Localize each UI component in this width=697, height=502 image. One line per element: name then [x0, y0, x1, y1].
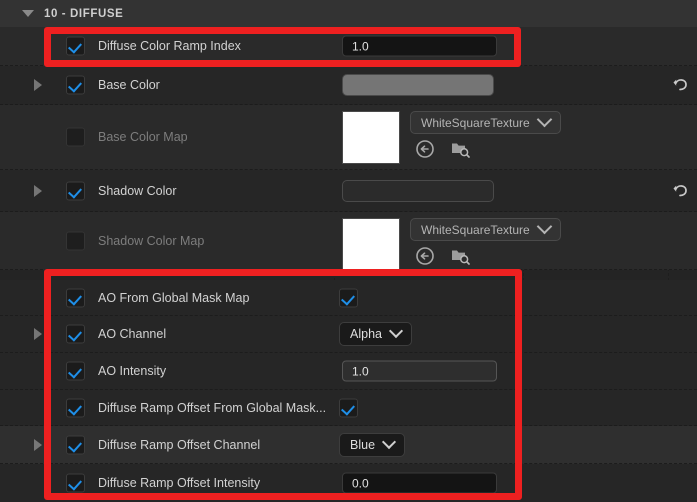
property-label: Base Color: [98, 78, 160, 92]
table-row[interactable]: Base Color Map WhiteSquareTexture: [0, 105, 697, 170]
table-row[interactable]: Base Color: [0, 66, 697, 105]
row-value-cell: 0.0: [334, 464, 697, 502]
row-value-cell: [334, 390, 697, 425]
find-in-content-browser-icon[interactable]: [449, 245, 471, 267]
asset-action-buttons: [414, 138, 471, 160]
row-value-cell: [334, 66, 697, 104]
row-override-checkbox[interactable]: [66, 361, 85, 381]
value-checkbox[interactable]: [339, 288, 358, 307]
table-row[interactable]: Shadow Color Map WhiteSquareTexture: [0, 212, 697, 271]
texture-thumbnail[interactable]: [342, 111, 400, 164]
numeric-input[interactable]: 0.0: [342, 472, 497, 494]
row-label-cell: Diffuse Ramp Offset Intensity: [0, 464, 334, 502]
row-label-cell: Diffuse Color Ramp Index: [0, 27, 334, 65]
expand-arrow-icon[interactable]: [34, 184, 42, 197]
row-override-checkbox[interactable]: [66, 231, 85, 250]
property-label: Diffuse Color Ramp Index: [98, 39, 241, 53]
row-label-cell: Base Color: [0, 66, 334, 104]
category-header-diffuse[interactable]: 10 - DIFFUSE: [0, 0, 697, 27]
table-row[interactable]: Diffuse Ramp Offset From Global Mask...: [0, 390, 697, 426]
asset-name: WhiteSquareTexture: [421, 115, 530, 130]
row-label-cell: Diffuse Ramp Offset Channel: [0, 426, 334, 463]
browse-to-asset-icon[interactable]: [414, 138, 436, 160]
chevron-down-icon: [388, 323, 404, 339]
row-override-checkbox[interactable]: [66, 398, 85, 417]
chevron-down-icon: [381, 434, 397, 449]
value-checkbox[interactable]: [339, 398, 358, 417]
property-label: AO Channel: [98, 327, 167, 341]
property-label: Diffuse Ramp Offset Intensity: [98, 476, 261, 490]
row-override-checkbox[interactable]: [66, 75, 85, 95]
property-label: Base Color Map: [98, 130, 188, 144]
expand-arrow-icon[interactable]: [34, 79, 42, 91]
enum-dropdown[interactable]: Blue: [339, 432, 406, 457]
chevron-down-icon: [536, 111, 553, 128]
row-value-cell: [334, 170, 697, 211]
table-row[interactable]: Diffuse Color Ramp Index 1.0: [0, 27, 697, 66]
row-value-cell: WhiteSquareTexture: [334, 105, 697, 169]
asset-picker[interactable]: WhiteSquareTexture: [410, 218, 561, 241]
asset-action-buttons: [414, 245, 471, 267]
table-row[interactable]: AO From Global Mask Map: [0, 280, 697, 316]
property-label: AO Intensity: [98, 364, 167, 378]
chevron-down-icon: [536, 218, 553, 235]
row-label-cell: Diffuse Ramp Offset From Global Mask...: [0, 390, 334, 425]
color-swatch[interactable]: [342, 74, 494, 96]
table-row[interactable]: Shadow Color: [0, 170, 697, 212]
row-label-cell: Shadow Color: [0, 170, 334, 211]
row-value-cell: WhiteSquareTexture: [334, 212, 697, 271]
row-value-cell: Blue: [334, 426, 697, 463]
row-value-cell: Alpha: [334, 316, 697, 352]
dropdown-value: Alpha: [350, 327, 382, 341]
row-override-checkbox[interactable]: [66, 288, 85, 307]
row-override-checkbox[interactable]: [66, 181, 85, 200]
table-row[interactable]: AO Intensity 1.0: [0, 353, 697, 390]
row-override-checkbox[interactable]: [66, 324, 85, 344]
row-override-checkbox[interactable]: [66, 473, 85, 493]
revert-to-default-icon[interactable]: [671, 75, 691, 95]
numeric-input[interactable]: 1.0: [342, 360, 497, 382]
row-value-cell: 1.0: [334, 27, 697, 65]
row-label-cell: AO Channel: [0, 316, 334, 352]
property-label: Shadow Color: [98, 183, 177, 198]
row-override-checkbox[interactable]: [66, 435, 85, 454]
color-swatch[interactable]: [342, 179, 494, 202]
numeric-input[interactable]: 1.0: [342, 35, 497, 57]
row-label-cell: AO From Global Mask Map: [0, 280, 334, 315]
row-label-cell: Base Color Map: [0, 105, 334, 169]
property-label: Diffuse Ramp Offset Channel: [98, 437, 261, 452]
property-label: AO From Global Mask Map: [98, 290, 250, 305]
row-override-checkbox[interactable]: [66, 36, 85, 56]
row-label-cell: Shadow Color Map: [0, 212, 334, 269]
caret-down-icon[interactable]: [22, 10, 34, 17]
row-value-cell: 1.0: [334, 353, 697, 389]
asset-picker[interactable]: WhiteSquareTexture: [410, 111, 561, 134]
expand-arrow-icon[interactable]: [34, 438, 42, 451]
revert-to-default-icon[interactable]: [671, 181, 691, 201]
row-override-checkbox[interactable]: [66, 127, 85, 147]
property-label: Shadow Color Map: [98, 233, 205, 248]
table-row[interactable]: AO Channel Alpha: [0, 316, 697, 353]
material-instance-details-panel: 10 - DIFFUSE Diffuse Color Ramp Index 1.…: [0, 0, 697, 502]
row-value-cell: [334, 280, 697, 315]
enum-dropdown[interactable]: Alpha: [339, 322, 412, 346]
asset-name: WhiteSquareTexture: [421, 222, 530, 237]
browse-to-asset-icon[interactable]: [414, 245, 436, 267]
row-label-cell: AO Intensity: [0, 353, 334, 389]
table-row[interactable]: Diffuse Ramp Offset Intensity 0.0: [0, 464, 697, 502]
property-label: Diffuse Ramp Offset From Global Mask...: [98, 400, 327, 415]
expand-arrow-icon[interactable]: [34, 328, 42, 340]
category-title: 10 - DIFFUSE: [44, 7, 124, 20]
dropdown-value: Blue: [350, 437, 376, 452]
find-in-content-browser-icon[interactable]: [449, 138, 471, 160]
texture-thumbnail[interactable]: [342, 218, 400, 271]
table-row[interactable]: Diffuse Ramp Offset Channel Blue: [0, 426, 697, 464]
